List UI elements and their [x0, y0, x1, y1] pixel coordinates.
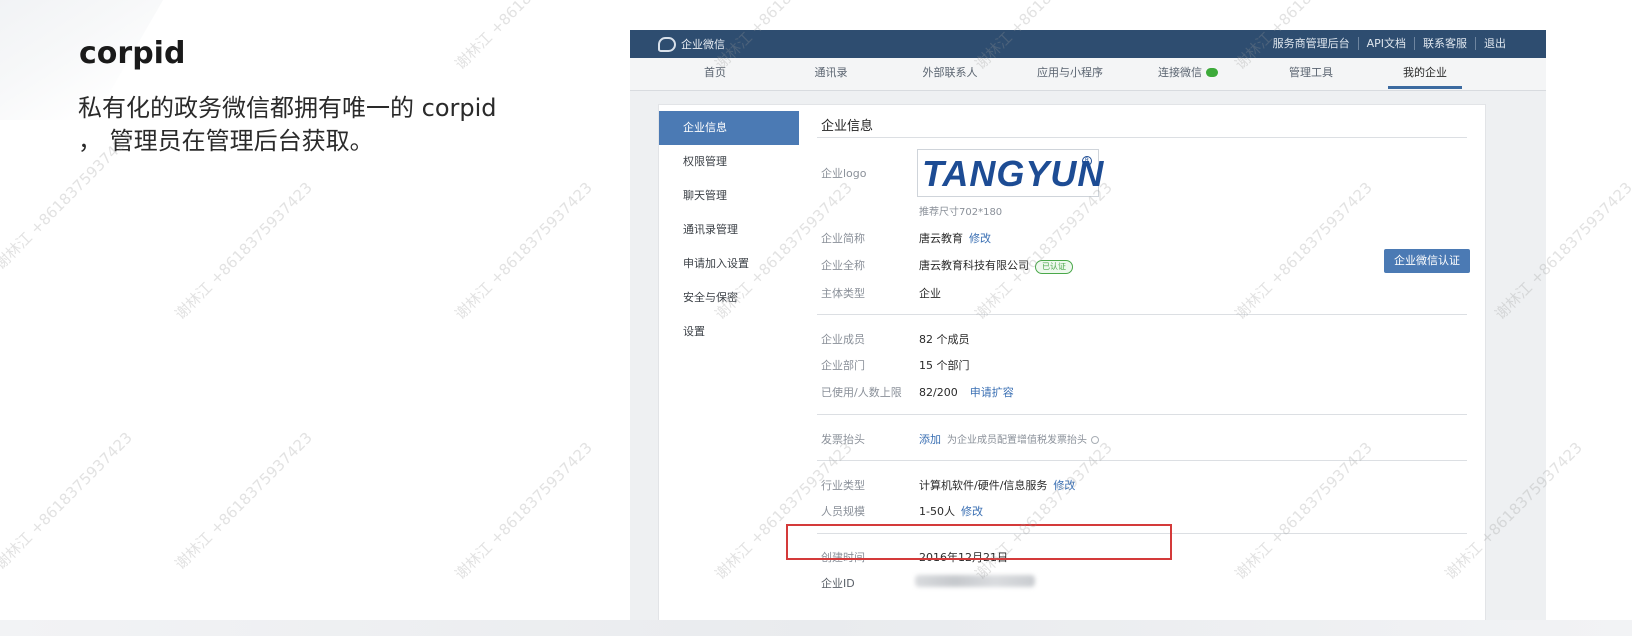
sidebar-item-chat[interactable]: 聊天管理: [659, 179, 799, 213]
tab-management-tools[interactable]: 管理工具: [1256, 58, 1366, 91]
entity-type-value: 企业: [919, 287, 941, 300]
departments-label: 企业部门: [821, 359, 865, 372]
watermark: 谢林江 +8618375937423: [171, 428, 316, 574]
sidebar-item-permissions[interactable]: 权限管理: [659, 145, 799, 179]
tab-apps-label: 应用与小程序: [1037, 66, 1103, 79]
slide-decoration: [0, 620, 1632, 636]
watermark: 谢林江 +8618375937423: [451, 178, 596, 324]
sidebar-item-enterprise-info[interactable]: 企业信息: [659, 111, 799, 145]
scale-row: 1-50人 修改: [919, 503, 983, 519]
admin-console-screenshot: 企业微信 服务商管理后台 API文档 联系客服 退出 首页 通讯录 外部联系人 …: [630, 30, 1546, 620]
industry-row: 计算机软件/硬件/信息服务 修改: [919, 477, 1075, 493]
divider: [817, 414, 1467, 415]
edit-industry-link[interactable]: 修改: [1053, 479, 1075, 492]
sidebar-item-contacts-management[interactable]: 通讯录管理: [659, 213, 799, 247]
divider: [817, 137, 1467, 138]
scale-value: 1-50人: [919, 505, 955, 518]
tab-contacts-label: 通讯录: [814, 66, 848, 79]
tab-my-enterprise[interactable]: 我的企业: [1370, 58, 1480, 91]
top-link-api-docs[interactable]: API文档: [1357, 37, 1414, 50]
tab-connect-wechat-label: 连接微信: [1158, 66, 1202, 79]
top-link-support[interactable]: 联系客服: [1414, 37, 1475, 50]
tab-connect-wechat[interactable]: 连接微信: [1133, 58, 1243, 91]
tab-contacts[interactable]: 通讯录: [776, 58, 886, 91]
top-link-logout[interactable]: 退出: [1475, 37, 1514, 50]
short-name-row: 唐云教育 修改: [919, 230, 991, 246]
sidebar-item-settings[interactable]: 设置: [659, 315, 799, 349]
brand-name: 企业微信: [681, 38, 725, 51]
corpid-highlight-box: [786, 524, 1172, 560]
tab-external-contacts[interactable]: 外部联系人: [895, 58, 1005, 91]
sidebar-item-join-settings[interactable]: 申请加入设置: [659, 247, 799, 281]
usage-label: 已使用/人数上限: [821, 386, 902, 399]
scale-label: 人员规模: [821, 505, 865, 518]
entity-type-label: 主体类型: [821, 287, 865, 300]
slide-title: corpid: [79, 36, 186, 71]
main-nav: 首页 通讯录 外部联系人 应用与小程序 连接微信 管理工具 我的企业: [630, 58, 1546, 91]
usage-value: 82/200: [919, 386, 958, 399]
verified-badge: 已认证: [1035, 260, 1073, 274]
full-name-row: 唐云教育科技有限公司 已认证: [919, 257, 1073, 274]
info-icon[interactable]: [1091, 436, 1099, 444]
top-links: 服务商管理后台 API文档 联系客服 退出: [1265, 37, 1514, 50]
logo-wordmark: TANGYUN: [922, 153, 1105, 194]
corpid-value-redacted[interactable]: [915, 575, 1035, 587]
corpid-label: 企业ID: [821, 577, 855, 590]
short-name-label: 企业简称: [821, 232, 865, 245]
add-invoice-link[interactable]: 添加: [919, 433, 941, 446]
chat-bubble-icon: [658, 36, 676, 52]
invoice-hint: 为企业成员配置增值税发票抬头: [947, 435, 1087, 446]
logo-size-hint: 推荐尺寸702*180: [919, 207, 1003, 218]
watermark: 谢林江 +8618375937423: [451, 0, 596, 74]
tab-apps[interactable]: 应用与小程序: [1015, 58, 1125, 91]
top-bar: 企业微信 服务商管理后台 API文档 联系客服 退出: [630, 30, 1546, 58]
sidebar-item-security[interactable]: 安全与保密: [659, 281, 799, 315]
wechat-icon: [1206, 68, 1218, 77]
tab-home-label: 首页: [704, 66, 726, 79]
logo-label: 企业logo: [821, 167, 867, 180]
usage-row: 82/200 申请扩容: [919, 384, 1014, 400]
short-name-value: 唐云教育: [919, 232, 963, 245]
invoice-row: 添加 为企业成员配置增值税发票抬头: [919, 431, 1099, 447]
enterprise-logo[interactable]: TANGYUN R: [917, 149, 1103, 197]
tab-management-tools-label: 管理工具: [1289, 66, 1333, 79]
request-expansion-link[interactable]: 申请扩容: [970, 386, 1014, 399]
divider: [817, 460, 1467, 461]
divider: [817, 314, 1467, 315]
page-title: 企业信息: [821, 119, 874, 134]
industry-value: 计算机软件/硬件/信息服务: [919, 479, 1048, 492]
watermark: 谢林江 +8618375937423: [0, 428, 136, 574]
watermark: 谢林江 +8618375937423: [451, 438, 596, 584]
members-label: 企业成员: [821, 333, 865, 346]
invoice-label: 发票抬头: [821, 433, 865, 446]
full-name-value: 唐云教育科技有限公司: [919, 259, 1029, 272]
slide-description: 私有化的政务微信都拥有唯一的 corpid ， 管理员在管理后台获取。: [78, 94, 497, 155]
tab-external-contacts-label: 外部联系人: [922, 66, 978, 79]
tab-my-enterprise-label: 我的企业: [1403, 66, 1447, 79]
registered-icon: R: [1082, 156, 1092, 166]
edit-short-name-link[interactable]: 修改: [969, 232, 991, 245]
top-link-service-admin[interactable]: 服务商管理后台: [1265, 37, 1358, 50]
edit-scale-link[interactable]: 修改: [961, 505, 983, 518]
wecom-certification-button[interactable]: 企业微信认证: [1384, 249, 1470, 273]
brand-logo[interactable]: 企业微信: [658, 36, 725, 52]
departments-value: 15 个部门: [919, 359, 970, 372]
full-name-label: 企业全称: [821, 259, 865, 272]
members-value: 82 个成员: [919, 333, 970, 346]
tab-home[interactable]: 首页: [660, 58, 770, 91]
watermark: 谢林江 +8618375937423: [171, 178, 316, 324]
sidebar: 企业信息 权限管理 聊天管理 通讯录管理 申请加入设置 安全与保密 设置: [659, 111, 799, 349]
industry-label: 行业类型: [821, 479, 865, 492]
